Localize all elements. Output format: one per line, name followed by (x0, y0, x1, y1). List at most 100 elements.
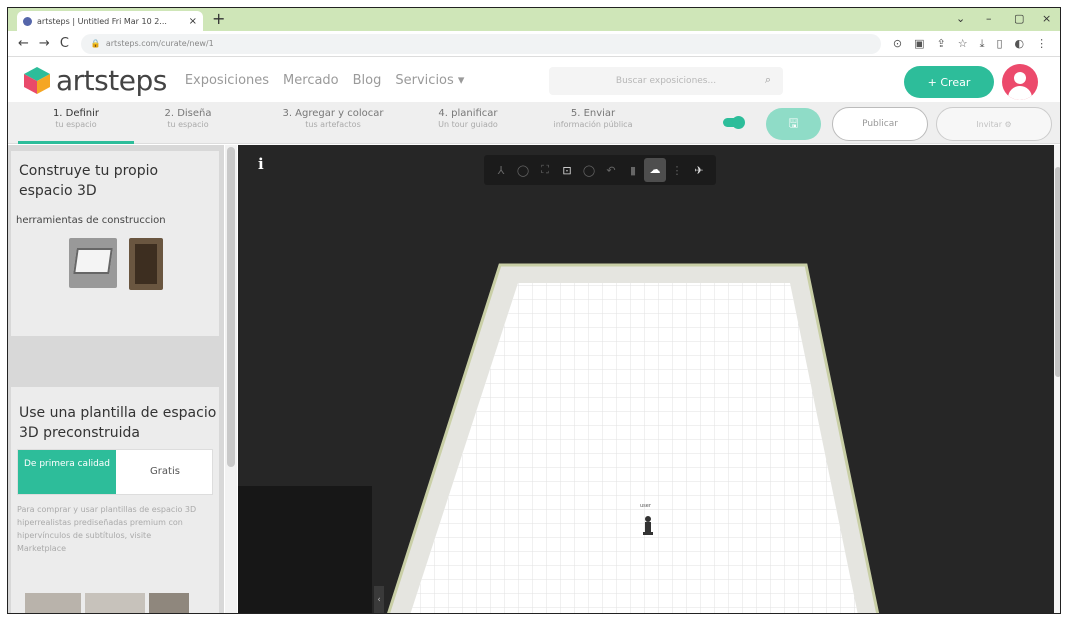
left-panel-scrollbar[interactable] (225, 145, 237, 613)
avatar[interactable] (1002, 64, 1038, 100)
search-placeholder: Buscar exposiciones... (615, 76, 717, 86)
nav-servicios[interactable]: Servicios ▾ (395, 73, 464, 88)
3d-viewport[interactable]: user i ⅄ ◯ ⛶ ⊡ ◯ ↶ ▮ ☁ ⋮ ✈ ‹ (238, 145, 1054, 613)
search-icon: ⌕ (764, 73, 771, 86)
fly-mode-icon[interactable]: ✈ (688, 164, 710, 177)
minimap[interactable] (238, 486, 372, 613)
step-subtitle: tus artefactos (305, 120, 361, 129)
save-button[interactable]: 🖫 (766, 108, 821, 140)
step-subtitle: información pública (553, 120, 633, 129)
tab-title: artsteps | Untitled Fri Mar 10 2... (37, 16, 167, 26)
close-window-icon[interactable]: × (1042, 12, 1051, 25)
connect-tool-icon[interactable]: ⅄ (490, 164, 512, 177)
address-bar: ← → C 🔒 artsteps.com/curate/new/1 ⊙ ▣ ⇪ … (8, 31, 1060, 57)
step-definir[interactable]: 1. Definir tu espacio (28, 108, 124, 129)
room-box-tool-icon[interactable] (69, 238, 117, 288)
browser-window: artsteps | Untitled Fri Mar 10 2... × + … (7, 7, 1061, 614)
step-agregar[interactable]: 3. Agregar y colocar tus artefactos (258, 108, 408, 129)
artsteps-favicon-icon (23, 16, 32, 26)
step-title: 2. Diseña (164, 108, 212, 119)
url-text: artsteps.com/curate/new/1 (105, 39, 214, 48)
logo-text: artsteps (56, 63, 167, 97)
template-thumbnails (25, 593, 215, 613)
collapse-panel-icon[interactable]: ‹ (374, 586, 384, 613)
step-title: 5. Enviar (570, 108, 616, 119)
page-scrollbar[interactable] (1054, 145, 1060, 613)
build-tools-label: herramientas de construccion (16, 215, 166, 226)
step-subtitle: tu espacio (167, 120, 209, 129)
step-title: 3. Agregar y colocar (282, 108, 384, 119)
browser-tab[interactable]: artsteps | Untitled Fri Mar 10 2... × (17, 11, 203, 31)
circle-tool-icon[interactable]: ◯ (578, 164, 600, 177)
build-title: Construye tu propio espacio 3D (19, 163, 159, 199)
avatar-label: user (640, 503, 651, 509)
template-thumbnail[interactable] (85, 593, 145, 613)
active-step-indicator (18, 141, 134, 144)
extension-icon[interactable]: ▣ (914, 37, 924, 50)
new-tab-icon[interactable]: + (212, 10, 225, 28)
door-tool-icon[interactable] (129, 238, 163, 290)
extension-icon[interactable]: ⊙ (893, 37, 902, 50)
menu-kebab-icon[interactable]: ⋮ (1036, 37, 1047, 50)
info-icon[interactable]: i (258, 155, 264, 173)
template-title: Use una plantilla de espacio 3D preconst… (19, 405, 217, 441)
step-title: 1. Definir (52, 108, 100, 119)
back-icon[interactable]: ← (18, 36, 29, 51)
undo-icon[interactable]: ↶ (600, 164, 622, 177)
reload-icon[interactable]: C (60, 36, 69, 51)
tab-search-icon[interactable]: ⌄ (956, 12, 965, 25)
avatar-body-icon (1008, 86, 1032, 100)
scrollbar-thumb[interactable] (227, 147, 235, 467)
template-thumbnail[interactable] (25, 593, 81, 613)
share-icon[interactable]: ⇪ (937, 37, 946, 50)
build-space-card: Construye tu propio espacio 3D herramien… (11, 151, 219, 336)
door-panel (135, 244, 157, 284)
save-icon: 🖫 (788, 115, 799, 130)
template-card: Use una plantilla de espacio 3D preconst… (11, 387, 219, 613)
profile-icon[interactable]: ◐ (1015, 37, 1025, 50)
more-icon[interactable]: ⋮ (666, 164, 688, 177)
invite-button[interactable]: Invitar ⚙ (936, 107, 1052, 141)
template-description: Para comprar y usar plantillas de espaci… (17, 505, 197, 553)
toggle-knob (732, 116, 745, 129)
step-subtitle: tu espacio (55, 120, 97, 129)
maximize-icon[interactable]: ▢ (1014, 12, 1024, 25)
nav-mercado[interactable]: Mercado (283, 73, 339, 88)
sidebar-icon[interactable]: ▯ (996, 37, 1002, 50)
url-input[interactable]: 🔒 artsteps.com/curate/new/1 (80, 33, 881, 54)
publish-button[interactable]: Publicar (832, 107, 928, 141)
step-disena[interactable]: 2. Diseña tu espacio (148, 108, 228, 129)
step-subtitle: Un tour guiado (438, 120, 498, 129)
template-thumbnail[interactable] (149, 593, 189, 613)
forward-icon[interactable]: → (39, 36, 50, 51)
tab-premium[interactable]: De primera calidad (18, 450, 116, 494)
room-box-inner (73, 248, 113, 274)
nav-blog[interactable]: Blog (353, 73, 382, 88)
download-icon[interactable]: ⤓ (980, 37, 985, 51)
avatar-head-icon (1014, 72, 1026, 84)
rotate-tool-icon[interactable]: ◯ (512, 164, 534, 177)
artsteps-logo[interactable]: artsteps (22, 64, 167, 97)
visibility-toggle[interactable] (723, 116, 745, 129)
step-title: 4. planificar (438, 108, 498, 119)
3d-toolbar: ⅄ ◯ ⛶ ⊡ ◯ ↶ ▮ ☁ ⋮ ✈ (484, 155, 716, 185)
steps-bar: 1. Definir tu espacio 2. Diseña tu espac… (8, 102, 1060, 144)
minimize-icon[interactable]: – (986, 12, 992, 25)
app-header: artsteps Exposiciones Mercado Blog Servi… (8, 58, 1060, 102)
frame-tool-icon[interactable]: ⊡ (556, 164, 578, 177)
lock-icon: 🔒 (90, 39, 101, 48)
step-planificar[interactable]: 4. planificar Un tour guiado (418, 108, 518, 129)
search-input[interactable]: Buscar exposiciones... ⌕ (549, 67, 783, 95)
view-mode-icon[interactable]: ☁ (644, 158, 666, 182)
tab-free[interactable]: Gratis (116, 450, 214, 494)
nav-exposiciones[interactable]: Exposiciones (185, 73, 269, 88)
artsteps-logo-icon (24, 67, 50, 94)
step-enviar[interactable]: 5. Enviar información pública (538, 108, 648, 129)
select-area-icon[interactable]: ⛶ (534, 163, 556, 177)
delete-icon[interactable]: ▮ (622, 164, 644, 177)
browser-tab-bar: artsteps | Untitled Fri Mar 10 2... × + … (8, 8, 1060, 31)
scrollbar-thumb[interactable] (1055, 167, 1060, 377)
tab-close-icon[interactable]: × (189, 16, 197, 27)
create-button[interactable]: + Crear (904, 66, 994, 98)
bookmark-star-icon[interactable]: ☆ (958, 37, 968, 50)
